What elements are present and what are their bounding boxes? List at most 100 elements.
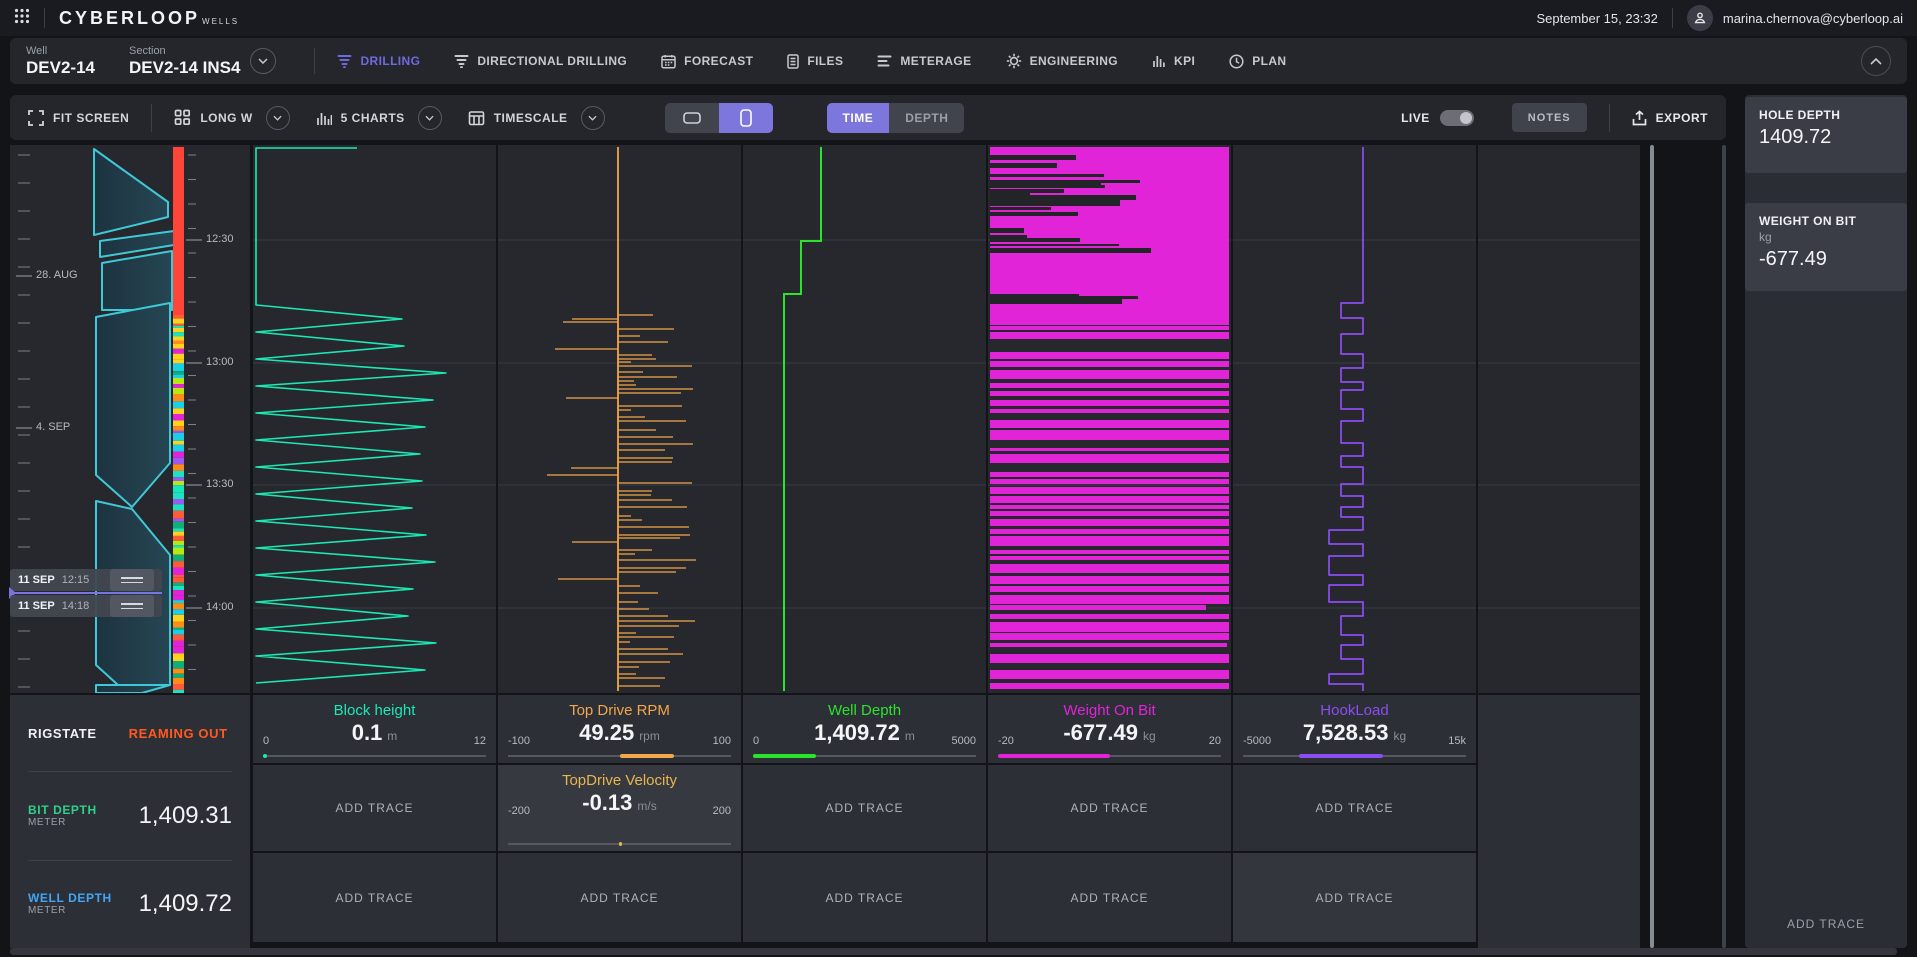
add-trace-button[interactable]: ADD TRACE xyxy=(1233,853,1476,942)
tab-directional-drilling[interactable]: DIRECTIONAL DRILLING xyxy=(454,54,627,68)
chevron-down-icon[interactable] xyxy=(266,106,290,130)
metric-unit: m xyxy=(905,729,915,743)
tab-engineering[interactable]: ENGINEERING xyxy=(1006,53,1118,69)
range-end-marker[interactable]: 11 SEP14:18 xyxy=(10,595,162,617)
notes-button[interactable]: NOTES xyxy=(1512,103,1587,132)
metric-scale-bar xyxy=(263,755,486,757)
metric-value: -0.13m/s xyxy=(498,790,741,816)
metric-max: 200 xyxy=(713,805,731,817)
rigstate-label: RIGSTATE xyxy=(28,726,97,741)
metric-scale-bar xyxy=(998,755,1221,757)
drag-handle-icon[interactable] xyxy=(110,595,154,617)
fit-screen-icon xyxy=(28,110,44,126)
orientation-toggle xyxy=(665,103,773,133)
empty-plot[interactable] xyxy=(1478,145,1640,693)
metric-card-topdrive-velocity[interactable]: TopDrive Velocity -200 -0.13m/s 200 xyxy=(498,765,741,851)
chevron-down-icon[interactable] xyxy=(418,106,442,130)
well-depth-label: WELL DEPTH xyxy=(28,891,112,905)
tab-forecast[interactable]: FORECAST xyxy=(661,54,753,69)
metric-scale-bar xyxy=(508,843,731,845)
sidebar-add-trace-button[interactable]: ADD TRACE xyxy=(1745,917,1907,931)
time-tick-label: 14:00 xyxy=(206,601,234,613)
apps-grid-icon[interactable] xyxy=(14,8,30,29)
tab-plan[interactable]: PLAN xyxy=(1229,54,1286,69)
weight-on-bit-value: -677.49 xyxy=(1759,248,1893,271)
user-avatar[interactable] xyxy=(1687,5,1713,31)
timeline-minimap[interactable]: 28. AUG4. SEP12:3013:0013:3014:00 11 SEP… xyxy=(10,145,250,693)
chevron-down-icon[interactable] xyxy=(581,106,605,130)
logo-text: CYBERLOOP xyxy=(59,8,200,29)
chevron-up-icon xyxy=(1870,58,1882,65)
trace-plot[interactable] xyxy=(988,145,1231,693)
tab-files[interactable]: FILES xyxy=(787,54,843,69)
chart-column-weight-on-bit: Weight On Bit -20 -677.49kg 20 ADD TRACE… xyxy=(988,145,1231,948)
metric-card-well-depth[interactable]: Well Depth 0 1,409.72m 5000 xyxy=(743,695,986,763)
add-trace-button[interactable]: ADD TRACE xyxy=(743,853,986,942)
metric-title: Block height xyxy=(253,695,496,719)
chart-count-dropdown[interactable]: 5 CHARTS xyxy=(316,106,442,130)
nav-tabs: DRILLING DIRECTIONAL DRILLING FORECAST FILE… xyxy=(337,53,1286,69)
metric-card-block-height[interactable]: Block height 0 0.1m 12 xyxy=(253,695,496,763)
fit-screen-button[interactable]: FIT SCREEN xyxy=(28,110,129,126)
portrait-orientation-button[interactable] xyxy=(719,103,773,133)
chart-column-well-depth: Well Depth 0 1,409.72m 5000 ADD TRACEADD… xyxy=(743,145,986,948)
export-button[interactable]: EXPORT xyxy=(1632,110,1708,126)
add-trace-button[interactable]: ADD TRACE xyxy=(743,765,986,851)
weight-on-bit-label: WEIGHT ON BIT xyxy=(1759,214,1893,228)
bit-depth-label: BIT DEPTH xyxy=(28,803,97,817)
layout-dropdown[interactable]: LONG W xyxy=(174,106,289,130)
vertical-scrollbar[interactable] xyxy=(1650,145,1654,948)
time-mode-button[interactable]: TIME xyxy=(827,103,890,133)
chart-column-block-height: Block height 0 0.1m 12 ADD TRACEADD TRAC… xyxy=(253,145,496,948)
chart-column-empty xyxy=(1478,145,1640,948)
add-trace-button[interactable]: ADD TRACE xyxy=(988,765,1231,851)
drag-handle-icon[interactable] xyxy=(110,569,154,591)
live-toggle[interactable] xyxy=(1440,110,1474,126)
tab-drilling[interactable]: DRILLING xyxy=(337,54,420,68)
add-trace-button[interactable]: ADD TRACE xyxy=(498,853,741,942)
well-depth-unit: METER xyxy=(28,905,112,917)
axis-mode-toggle: TIME DEPTH xyxy=(827,103,965,133)
metric-card-weight-on-bit[interactable]: Weight On Bit -20 -677.49kg 20 xyxy=(988,695,1231,763)
hole-depth-label: HOLE DEPTH xyxy=(1759,108,1893,122)
section-chevron-down-icon[interactable] xyxy=(250,48,276,74)
section-selector[interactable]: Section DEV2-14 INS4 xyxy=(129,45,277,77)
depth-mode-button[interactable]: DEPTH xyxy=(889,103,964,133)
landscape-icon xyxy=(683,112,701,124)
range-line xyxy=(10,592,162,594)
well-depth-value: 1,409.72 xyxy=(139,890,232,918)
time-tick-label: 12:30 xyxy=(206,233,234,245)
add-trace-button[interactable]: ADD TRACE xyxy=(988,853,1231,942)
user-email[interactable]: marina.chernova@cyberloop.ai xyxy=(1723,11,1903,26)
metric-title: Well Depth xyxy=(743,695,986,719)
trace-plot[interactable] xyxy=(498,145,741,693)
metric-max: 12 xyxy=(474,735,486,747)
metric-unit: m/s xyxy=(637,799,656,813)
tab-kpi[interactable]: KPI xyxy=(1152,54,1195,68)
tab-meterage[interactable]: METERAGE xyxy=(877,54,971,68)
section-label: Section xyxy=(129,45,241,58)
add-trace-button[interactable]: ADD TRACE xyxy=(253,853,496,942)
layout-grid-icon xyxy=(174,109,191,126)
trace-plot[interactable] xyxy=(253,145,496,693)
metric-card-top-drive-rpm[interactable]: Top Drive RPM -100 49.25rpm 100 xyxy=(498,695,741,763)
range-start-marker[interactable]: 11 SEP12:15 xyxy=(10,569,162,591)
add-trace-button[interactable]: ADD TRACE xyxy=(1233,765,1476,851)
trace-plot[interactable] xyxy=(1233,145,1476,693)
metric-scale-bar xyxy=(753,755,976,757)
weight-on-bit-card: WEIGHT ON BIT kg -677.49 xyxy=(1745,203,1907,291)
add-trace-button[interactable]: ADD TRACE xyxy=(253,765,496,851)
metric-title: Weight On Bit xyxy=(988,695,1231,719)
metric-value: 49.25rpm xyxy=(498,720,741,746)
trace-plot[interactable] xyxy=(743,145,986,693)
horizontal-scrollbar[interactable] xyxy=(10,948,1897,955)
timescale-dropdown[interactable]: TIMESCALE xyxy=(468,106,605,130)
landscape-orientation-button[interactable] xyxy=(665,103,719,133)
status-panel: RIGSTATE REAMING OUT BIT DEPTH METER 1,4… xyxy=(10,695,250,948)
empty-footer xyxy=(1478,695,1640,948)
well-selector[interactable]: Well DEV2-14 xyxy=(26,45,95,77)
metric-card-hookload[interactable]: HookLoad -5000 7,528.53kg 15k xyxy=(1233,695,1476,763)
metric-max: 100 xyxy=(713,735,731,747)
metric-scale-bar xyxy=(1243,755,1466,757)
collapse-panel-button[interactable] xyxy=(1861,46,1891,76)
